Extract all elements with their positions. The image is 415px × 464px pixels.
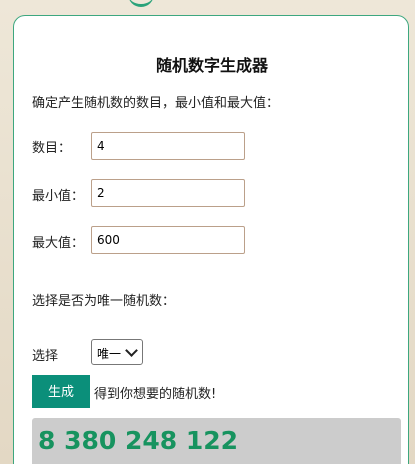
chevron-down-icon xyxy=(125,344,138,357)
unique-question: 选择是否为唯一随机数： xyxy=(32,294,176,309)
count-label: 数目： xyxy=(32,141,72,156)
max-label: 最大值： xyxy=(32,236,85,251)
min-label: 最小值： xyxy=(32,189,85,204)
generator-card: 随机数字生成器 确定产生随机数的数目，最小值和最大值： 数目： 最小值： 最大值… xyxy=(13,15,409,464)
max-input[interactable] xyxy=(91,226,245,254)
unique-select[interactable]: 唯一 xyxy=(91,339,143,365)
count-input[interactable] xyxy=(91,132,245,160)
unique-label: 选择 xyxy=(32,349,59,364)
min-input[interactable] xyxy=(91,179,245,207)
page-title: 随机数字生成器 xyxy=(155,56,268,75)
decorative-swoosh xyxy=(128,0,154,7)
result-number: 8 380 248 122 xyxy=(38,426,239,455)
intro-text: 确定产生随机数的数目，最小值和最大值： xyxy=(32,96,280,111)
generate-hint: 得到你想要的随机数! xyxy=(94,387,217,402)
generate-button[interactable]: 生成 xyxy=(32,375,90,408)
result-box: 8 380 248 122 xyxy=(32,418,401,464)
unique-select-value: 唯一 xyxy=(97,347,122,361)
